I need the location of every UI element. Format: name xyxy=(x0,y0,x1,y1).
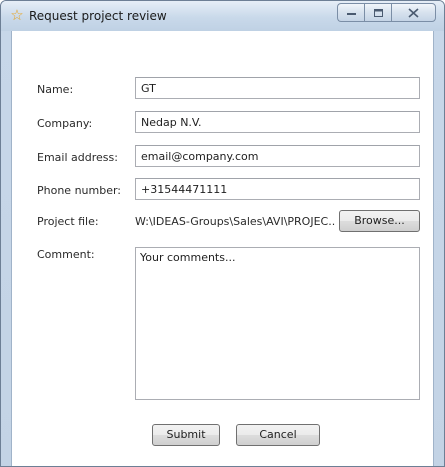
maximize-button[interactable] xyxy=(364,3,391,22)
name-label: Name: xyxy=(37,83,74,96)
phone-field[interactable] xyxy=(135,178,420,200)
project-file-label: Project file: xyxy=(37,215,99,228)
submit-button[interactable]: Submit xyxy=(152,424,220,446)
browse-button[interactable]: Browse... xyxy=(339,210,420,232)
comment-label: Comment: xyxy=(37,248,95,261)
email-label: Email address: xyxy=(37,151,118,164)
dialog-body: Name: Company: Email address: Phone numb… xyxy=(11,31,434,466)
maximize-icon xyxy=(373,8,383,17)
phone-label: Phone number: xyxy=(37,184,122,197)
cancel-button[interactable]: Cancel xyxy=(236,424,320,446)
minimize-button[interactable] xyxy=(337,3,364,22)
name-field[interactable] xyxy=(135,77,420,99)
window-title: Request project review xyxy=(29,9,167,23)
project-file-path: W:\IDEAS-Groups\Sales\AVI\PROJEC... xyxy=(135,215,335,228)
title-bar[interactable]: ☆ Request project review xyxy=(1,1,444,31)
email-field[interactable] xyxy=(135,145,420,167)
close-button[interactable] xyxy=(391,3,436,22)
dialog-window: ☆ Request project review Name: Company: … xyxy=(0,0,445,467)
close-icon xyxy=(408,7,419,18)
company-field[interactable] xyxy=(135,111,420,133)
company-label: Company: xyxy=(37,117,93,130)
caption-buttons xyxy=(337,3,436,23)
comment-field[interactable]: Your comments... xyxy=(135,247,420,400)
minimize-icon xyxy=(346,13,356,15)
star-icon: ☆ xyxy=(10,6,24,24)
